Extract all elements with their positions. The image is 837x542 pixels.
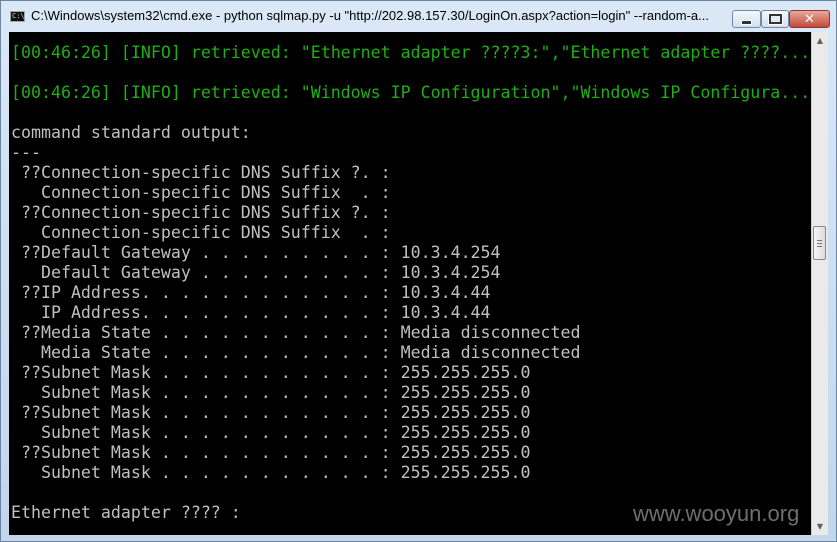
scroll-down-icon[interactable]: ▼	[812, 518, 828, 535]
console-line: Subnet Mask . . . . . . . . . . . : 255.…	[11, 423, 531, 442]
grip-line	[817, 246, 822, 247]
console-line: Connection-specific DNS Suffix . :	[11, 183, 391, 202]
scroll-up-icon[interactable]: ▲	[812, 32, 828, 49]
scrollbar-thumb[interactable]	[813, 226, 826, 260]
console-line: Default Gateway . . . . . . . . . : 10.3…	[11, 263, 501, 282]
console-line: [00:46:26] [INFO] retrieved: "Windows IP…	[11, 83, 811, 102]
console-line: ??Default Gateway . . . . . . . . . : 10…	[11, 243, 501, 262]
maximize-button[interactable]	[761, 10, 789, 28]
console-line: ??Media State . . . . . . . . . . . : Me…	[11, 323, 581, 342]
console-window: C:\ C:\Windows\system32\cmd.exe - python…	[0, 0, 837, 542]
maximize-icon	[767, 13, 783, 25]
console-line: command standard output:	[11, 123, 251, 142]
console-line: Connection-specific DNS Suffix . :	[11, 223, 391, 242]
title-bar[interactable]: C:\ C:\Windows\system32\cmd.exe - python…	[1, 1, 836, 31]
console-output[interactable]: [00:46:26] [INFO] retrieved: "Ethernet a…	[9, 32, 811, 535]
window-title: C:\Windows\system32\cmd.exe - python sql…	[31, 8, 709, 23]
console-line: ---	[11, 143, 41, 162]
watermark: www.wooyun.org	[633, 501, 800, 526]
grip-line	[817, 243, 822, 244]
console-line: IP Address. . . . . . . . . . . . : 10.3…	[11, 303, 491, 322]
console-line: ??Connection-specific DNS Suffix ?. :	[11, 163, 391, 182]
vertical-scrollbar[interactable]: ▲ ▼	[811, 32, 828, 535]
console-line: ??IP Address. . . . . . . . . . . . : 10…	[11, 283, 491, 302]
console-line: ??Subnet Mask . . . . . . . . . . . : 25…	[11, 363, 531, 382]
console-line: Subnet Mask . . . . . . . . . . . : 255.…	[11, 463, 531, 482]
close-button[interactable]: ✕	[789, 10, 830, 28]
console-line: Subnet Mask . . . . . . . . . . . : 255.…	[11, 383, 531, 402]
close-icon: ✕	[804, 11, 815, 27]
console-line: Media State . . . . . . . . . . . : Medi…	[11, 343, 581, 362]
console-line: ??Subnet Mask . . . . . . . . . . . : 25…	[11, 403, 531, 422]
console-line: ??Connection-specific DNS Suffix ?. :	[11, 203, 391, 222]
console-line: Ethernet adapter ???? :	[11, 503, 241, 522]
grip-line	[817, 240, 822, 241]
console-line: ??Subnet Mask . . . . . . . . . . . : 25…	[11, 443, 531, 462]
minimize-button[interactable]	[732, 10, 761, 28]
console-line: [00:46:26] [INFO] retrieved: "Ethernet a…	[11, 43, 811, 62]
minimize-icon	[741, 19, 752, 25]
cmd-icon[interactable]: C:\	[10, 11, 25, 22]
